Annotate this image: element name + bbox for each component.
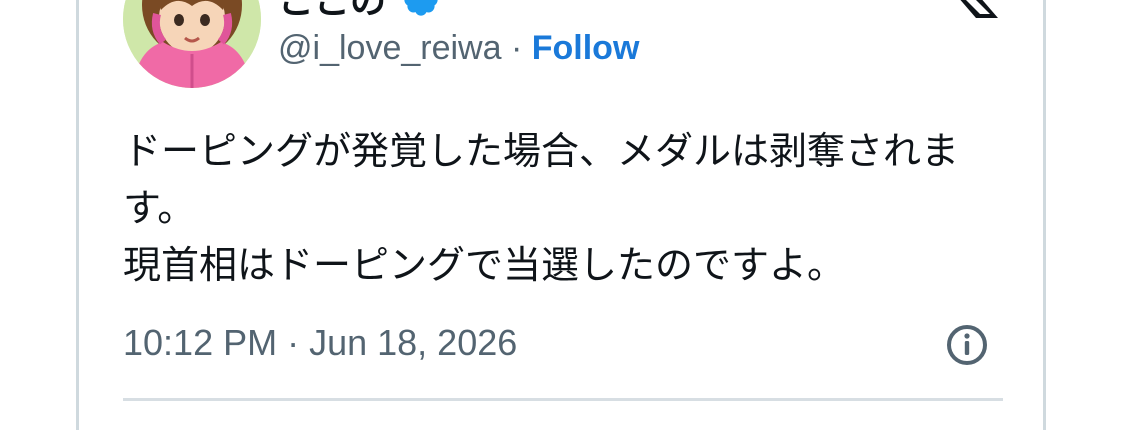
info-icon[interactable] [945,323,989,367]
verified-badge-icon [402,0,440,27]
follow-button[interactable]: Follow [532,29,640,67]
author-handle[interactable]: @i_love_reiwa [278,29,502,67]
x-logo-icon[interactable] [934,0,1002,18]
author-handle-row: @i_love_reiwa · Follow [278,28,639,68]
divider [123,398,1003,401]
author-display-name[interactable]: ここの [278,0,386,21]
tweet-timestamp[interactable]: 10:12 PM · Jun 18, 2026 [123,321,517,365]
tweet-text: ドーピングが発覚した場合、メダルは剥奪されます。 現首相はドーピングで当選したの… [123,131,960,287]
handle-separator: · [510,29,523,67]
author-name-row[interactable]: ここの [278,0,440,21]
